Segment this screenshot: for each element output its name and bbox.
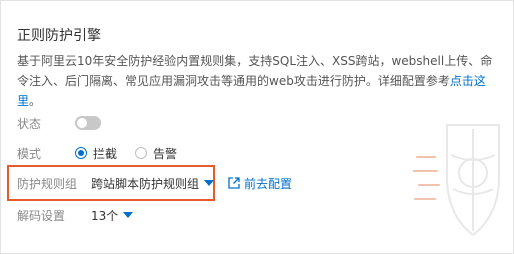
description-text: 基于阿里云10年安全防护经验内置规则集，支持SQL注入、XSS跨站，webshe… (17, 54, 493, 88)
mode-option-block-label: 拦截 (93, 146, 118, 161)
decode-row: 解码设置 13个 (17, 203, 134, 227)
status-row: 状态 (17, 111, 101, 135)
status-toggle[interactable] (75, 116, 101, 130)
rule-group-row: 防护规则组 跨站脚本防护规则组 前去配置 (17, 171, 292, 195)
mode-radio-alert[interactable]: 告警 (135, 145, 177, 162)
rule-group-label: 防护规则组 (17, 176, 78, 191)
caret-down-icon (204, 180, 215, 186)
caret-down-icon (123, 212, 134, 218)
rule-group-selected-value: 跨站脚本防护规则组 (91, 176, 200, 191)
shield-illustration-icon (413, 124, 500, 237)
radio-unchecked-icon (135, 147, 148, 159)
goto-config-label: 前去配置 (244, 176, 293, 191)
mode-row: 模式 拦截 告警 (17, 141, 195, 165)
goto-config-link[interactable]: 前去配置 (228, 175, 292, 192)
mode-radio-block[interactable]: 拦截 (75, 145, 117, 162)
decode-label: 解码设置 (17, 208, 66, 223)
card-title: 正则防护引擎 (17, 28, 101, 44)
decode-selected-value: 13个 (91, 208, 119, 223)
external-link-icon (228, 177, 240, 189)
radio-checked-icon (75, 147, 87, 159)
mode-option-alert-label: 告警 (153, 146, 178, 161)
description-end: 。 (29, 94, 42, 108)
toggle-knob (77, 118, 87, 128)
protection-engine-card: 正则防护引擎 基于阿里云10年安全防护经验内置规则集，支持SQL注入、XSS跨站… (0, 0, 514, 254)
rule-group-select[interactable]: 跨站脚本防护规则组 (91, 175, 215, 192)
decode-select[interactable]: 13个 (91, 207, 134, 224)
card-description: 基于阿里云10年安全防护经验内置规则集，支持SQL注入、XSS跨站，webshe… (17, 51, 502, 111)
mode-label: 模式 (17, 146, 42, 161)
status-label: 状态 (17, 116, 42, 131)
